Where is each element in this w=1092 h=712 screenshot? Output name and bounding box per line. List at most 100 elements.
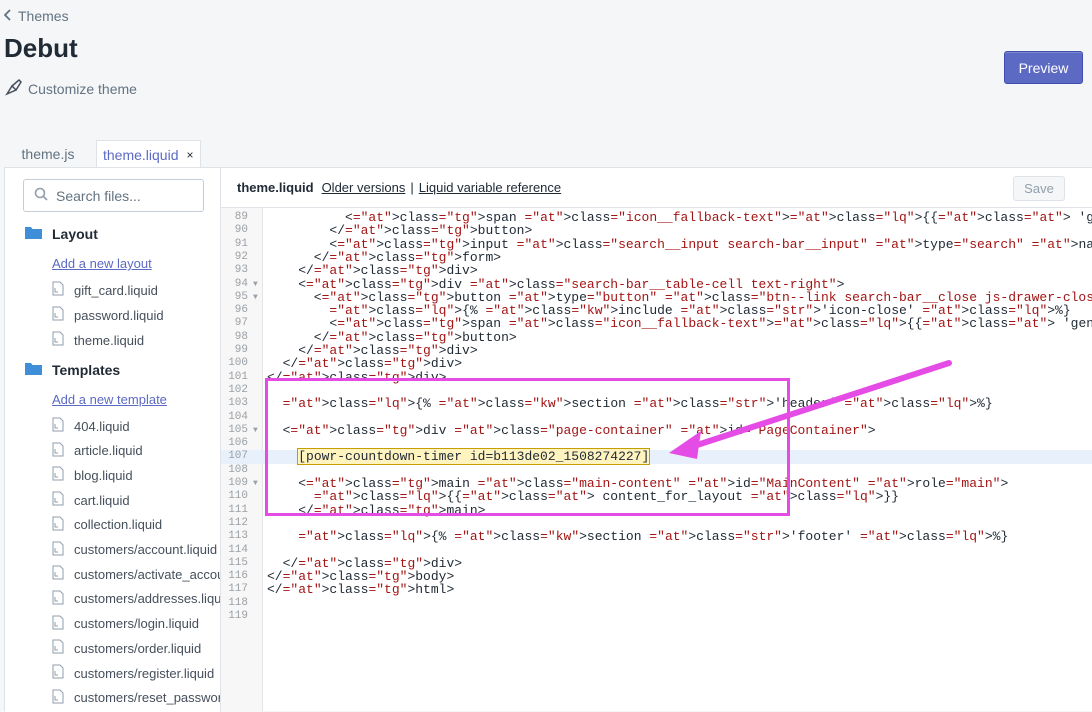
folder-layout[interactable]: Layout [25,226,98,242]
file-label: theme.liquid [74,332,145,348]
line-number: 102 [228,383,248,396]
file-label: blog.liquid [74,467,133,483]
line-number: 94 [234,277,248,290]
code-line: 117 </="at">class="tg">html> [221,582,1092,598]
file-item[interactable]: customers/reset_password.liquid [52,689,221,707]
file-icon [52,417,64,435]
file-icon [52,516,64,534]
code-line: 90 </="at">class="tg">button> [221,224,1092,238]
folder-label: Layout [52,226,98,242]
folder-icon [25,226,42,242]
folder-templates[interactable]: Templates [25,362,120,378]
code-text: <="at">class="tg">button ="at">type="but… [267,289,1092,305]
add-template-link[interactable]: Add a new template [52,392,167,407]
file-item[interactable]: theme.liquid [52,331,144,349]
fold-toggle-icon[interactable]: ▼ [253,291,258,304]
file-label: gift_card.liquid [74,282,158,298]
preview-button[interactable]: Preview [1004,51,1083,84]
fold-toggle-icon[interactable]: ▼ [253,424,258,437]
search-input[interactable] [56,187,196,204]
line-number: 100 [228,357,248,370]
file-item[interactable]: cart.liquid [52,491,130,509]
line-number: 118 [228,596,248,609]
file-label: customers/addresses.liquid [74,591,221,607]
file-item[interactable]: password.liquid [52,306,164,324]
tab-theme-liquid[interactable]: theme.liquid × [96,140,201,168]
older-versions-link[interactable]: Older versions [322,180,406,195]
back-link[interactable]: Themes [3,8,69,24]
file-icon [52,639,64,657]
code-text: </="at">class="tg">button> [267,329,517,345]
code-text: </="at">class="tg">div> [267,263,478,279]
file-label: password.liquid [74,307,164,323]
code-line: 118 [221,597,1092,610]
customize-theme-link[interactable]: Customize theme [4,77,137,100]
code-text: </="at">class="tg">div> [267,356,463,372]
file-tabs: theme.js theme.liquid × [0,140,201,168]
line-number: 112 [228,516,248,529]
save-button[interactable]: Save [1013,176,1065,201]
annotation-arrow [669,360,952,459]
file-label: cart.liquid [74,492,130,508]
file-label: 404.liquid [74,418,130,434]
code-text: </="at">class="tg">form> [267,249,502,265]
code-text: </="at">class="tg">div> [267,343,478,358]
code-line: 114 [221,544,1092,557]
search-field[interactable] [23,179,204,212]
file-label: customers/reset_password.liquid [74,690,221,706]
file-icon [52,442,64,460]
code-line: 96 ="at">class="lq">{% ="at">class="kw">… [221,304,1092,318]
file-icon [52,590,64,608]
file-item[interactable]: gift_card.liquid [52,281,158,299]
header-separator: | [410,180,414,195]
add-layout-link[interactable]: Add a new layout [52,256,152,271]
file-item[interactable]: customers/addresses.liquid [52,590,221,608]
line-number: 91 [234,237,248,250]
code-line: 100 </="at">class="tg">div> [221,356,1092,372]
line-number: 111 [228,503,248,516]
line-number: 117 [228,583,248,596]
code-line: 92 </="at">class="tg">form> [221,249,1092,265]
line-number: 89 [234,211,248,223]
file-label: customers/register.liquid [74,665,215,681]
line-number: 99 [234,344,248,356]
code-line: 89 <="at">class="tg">span ="at">class="i… [221,211,1092,225]
editor-panel: Layout Add a new layout gift_card.liquid… [4,167,1092,712]
file-item[interactable]: customers/account.liquid [52,541,217,559]
file-item[interactable]: customers/register.liquid [52,664,214,682]
line-number: 92 [234,250,248,263]
customize-theme-label: Customize theme [28,80,137,97]
code-line: 113 ="at">class="lq">{% ="at">class="kw"… [221,530,1092,544]
file-icon [52,331,64,349]
folder-label: Templates [52,362,121,378]
file-item[interactable]: customers/order.liquid [52,639,201,657]
file-item[interactable]: collection.liquid [52,516,162,534]
code-text: <="at">class="tg">span ="at">class="icon… [267,316,1092,332]
file-label: collection.liquid [74,517,163,533]
close-icon[interactable]: × [187,148,194,162]
file-item[interactable]: article.liquid [52,442,143,460]
search-icon [34,187,48,204]
file-sidebar: Layout Add a new layout gift_card.liquid… [5,168,221,712]
code-text: </="at">class="tg">html> [267,582,455,598]
file-label: customers/account.liquid [74,542,218,557]
line-number: 119 [228,610,248,622]
line-number: 113 [228,530,248,543]
code-text: </="at">class="tg">div> [267,555,463,571]
file-icon [52,306,64,324]
file-item[interactable]: customers/login.liquid [52,615,199,633]
file-item[interactable]: customers/activate_account.liquid [52,565,220,583]
tab-theme-js[interactable]: theme.js [0,140,96,168]
liquid-reference-link[interactable]: Liquid variable reference [419,180,561,195]
file-item[interactable]: blog.liquid [52,466,133,484]
file-item[interactable]: 404.liquid [52,417,130,435]
code-text: <="at">class="tg">input ="at">class="sea… [267,236,1092,252]
file-icon [52,541,64,559]
file-label: customers/login.liquid [74,616,200,632]
line-number: 98 [234,330,248,343]
fold-toggle-icon[interactable]: ▼ [253,477,258,490]
line-number: 96 [234,304,248,317]
code-editor: theme.liquid Older versions | Liquid var… [221,168,1092,712]
folder-icon [25,362,42,378]
fold-toggle-icon[interactable]: ▼ [253,278,258,291]
